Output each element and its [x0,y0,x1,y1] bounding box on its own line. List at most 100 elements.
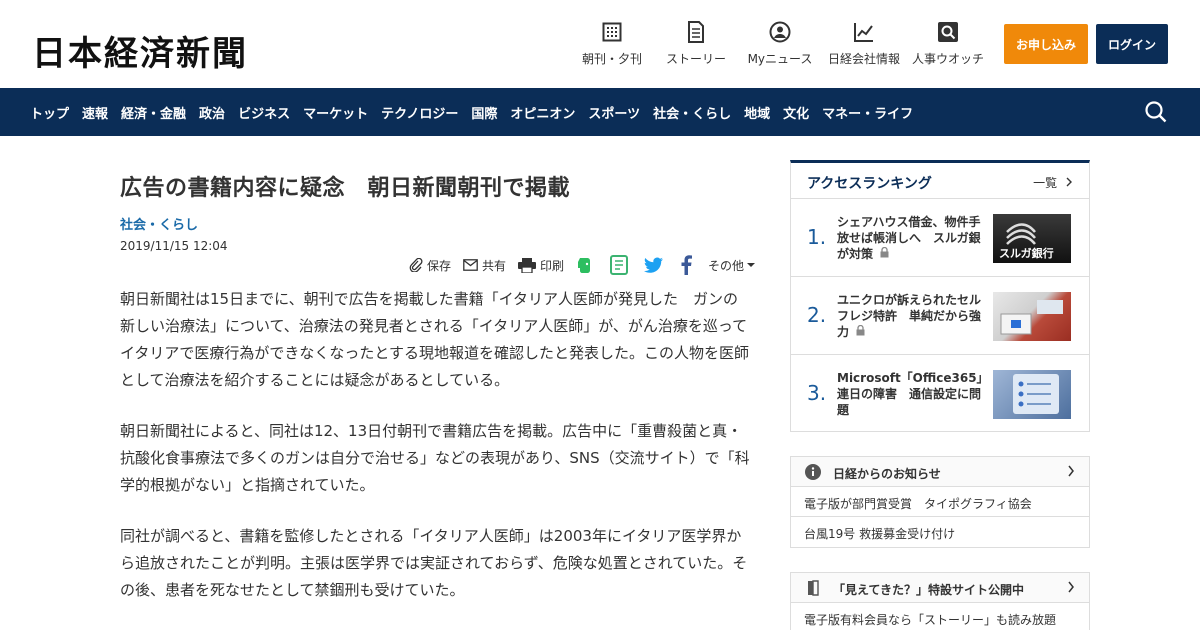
book-icon [808,580,819,596]
article-paragraph: 朝日新聞社によると、同社は12、13日付朝刊で書籍広告を掲載。広告中に「重曹殺菌… [120,422,750,494]
article-title: 広告の書籍内容に疑念 朝日新聞朝刊で掲載 [120,176,571,201]
other-share-dropdown[interactable]: その他 [708,257,756,274]
special-site-notice: 「見えてきた？」特設サイト公開中 電子版有料会員なら「ストーリー」も読み放題 [790,572,1090,630]
nav-label: Myニュース [747,52,813,66]
notice-item[interactable]: 電子版が部門賞受賞 タイポグラフィ協会 [791,487,1089,517]
ranking-thumbnail [993,370,1071,419]
paperclip-icon [409,258,423,272]
category-region[interactable]: 地域 [744,103,770,122]
category-market[interactable]: マーケット [303,103,368,122]
twitter-icon [643,257,663,273]
evernote-button[interactable] [576,256,598,274]
notice-title: 「見えてきた？」特設サイト公開中 [833,583,1025,597]
chevron-right-icon [1068,465,1074,477]
save-button[interactable]: 保存 [409,257,451,274]
newspaper-icon [600,20,624,44]
ranking-headline: ユニクロが訴えられたセルフレジ特許 単純だから強力 [837,292,985,340]
article-paragraph: 朝日新聞社は15日までに、朝刊で広告を掲載した書籍「イタリア人医師が発見した ガ… [120,290,749,389]
ranking-more-link[interactable]: 一覧 [1033,174,1073,191]
print-button[interactable]: 印刷 [517,257,564,274]
article-date: 2019/11/15 12:04 [120,239,228,253]
access-ranking: アクセスランキング 一覧 1. シェアハウス借金、物件手放せば帳消しへ スルガ銀… [790,160,1090,432]
facebook-button[interactable] [680,255,696,275]
nav-label: ストーリー [665,52,726,66]
notice-header[interactable]: 「見えてきた？」特設サイト公開中 [791,573,1089,603]
nav-story[interactable]: ストーリー [651,20,741,67]
caret-down-icon [747,263,755,267]
chevron-right-icon [1066,177,1072,187]
subscribe-button[interactable]: お申し込み [1004,24,1088,64]
search-icon[interactable] [1144,100,1168,128]
login-button[interactable]: ログイン [1096,24,1168,64]
mail-icon [463,259,478,271]
category-opinion[interactable]: オピニオン [510,103,575,122]
nav-personnel-watch[interactable]: 人事ウオッチ [903,20,993,67]
lock-icon [880,246,889,258]
ranking-header: アクセスランキング 一覧 [791,163,1089,199]
ranking-number: 2. [807,303,827,327]
ranking-item[interactable]: 3. Microsoft「Office365」連日の障害 通信設定に問題 [791,355,1089,433]
other-label: その他 [707,258,744,273]
search-person-icon [936,20,960,44]
ranking-thumbnail [993,292,1071,341]
info-icon [805,464,821,480]
notice-item[interactable]: 台風19号 救援募金受け付け [791,517,1089,547]
nav-label: 日経会社情報 [827,52,900,66]
category-politics[interactable]: 政治 [199,103,225,122]
nav-my-news[interactable]: Myニュース [735,20,825,67]
share-label: 共有 [481,258,506,273]
lock-icon [856,324,865,336]
nav-morning-evening[interactable]: 朝刊・夕刊 [567,20,657,67]
chart-icon [852,20,876,44]
nav-label: 朝刊・夕刊 [581,52,642,66]
twitter-button[interactable] [643,257,668,274]
category-international[interactable]: 国際 [471,103,497,122]
ranking-title: アクセスランキング [807,176,932,192]
ranking-thumbnail: スルガ銀行 [993,214,1071,263]
facebook-icon [681,255,692,275]
thumbnail-caption: スルガ銀行 [999,247,1054,260]
user-icon [768,20,792,44]
article-body: 朝日新聞社は15日までに、朝刊で広告を掲載した書籍「イタリア人医師が発見した ガ… [120,286,750,628]
ranking-item[interactable]: 2. ユニクロが訴えられたセルフレジ特許 単純だから強力 [791,277,1089,355]
category-technology[interactable]: テクノロジー [381,103,458,122]
document-icon [684,20,708,44]
category-business[interactable]: ビジネス [238,103,290,122]
site-header: 日本経済新聞 朝刊・夕刊 ストーリー Myニュース 日経会社情報 人事ウオッチ … [0,0,1200,88]
site-logo[interactable]: 日本経済新聞 [32,26,248,75]
ranking-headline-text: シェアハウス借金、物件手放せば帳消しへ スルガ銀が対策 [837,215,981,261]
category-society[interactable]: 社会・くらし [653,103,731,122]
bookmark-icon [609,255,628,275]
bookmark-button[interactable] [609,255,632,275]
category-nav: トップ 速報 経済・金融 政治 ビジネス マーケット テクノロジー 国際 オピニ… [0,88,1200,136]
nav-label: 人事ウオッチ [911,52,984,66]
ranking-headline: シェアハウス借金、物件手放せば帳消しへ スルガ銀が対策 [837,214,985,262]
chevron-right-icon [1068,581,1074,593]
article: 広告の書籍内容に疑念 朝日新聞朝刊で掲載 社会・くらし 2019/11/15 1… [120,160,760,599]
ranking-headline: Microsoft「Office365」連日の障害 通信設定に問題 [837,370,985,418]
category-top[interactable]: トップ [30,103,69,122]
ranking-more-label: 一覧 [1033,176,1058,190]
notice-header[interactable]: 日経からのお知らせ [791,457,1089,487]
notice-item[interactable]: 電子版有料会員なら「ストーリー」も読み放題 [791,603,1089,630]
article-paragraph: 同社が調べると、書籍を監修したとされる「イタリア人医師」は2003年にイタリア医… [120,527,748,599]
category-culture[interactable]: 文化 [783,103,809,122]
ranking-item[interactable]: 1. シェアハウス借金、物件手放せば帳消しへ スルガ銀が対策 スルガ銀行 [791,199,1089,277]
print-label: 印刷 [539,258,564,273]
notice-title: 日経からのお知らせ [833,467,941,481]
article-category[interactable]: 社会・くらし [120,214,760,233]
nav-company-info[interactable]: 日経会社情報 [819,20,909,67]
nikkei-notices: 日経からのお知らせ 電子版が部門賞受賞 タイポグラフィ協会 台風19号 救援募金… [790,456,1090,548]
evernote-icon [577,258,590,273]
category-economy[interactable]: 経済・金融 [121,103,186,122]
category-breaking[interactable]: 速報 [82,103,108,122]
ranking-number: 3. [807,381,827,405]
category-sports[interactable]: スポーツ [588,103,640,122]
category-money-life[interactable]: マネー・ライフ [822,103,913,122]
share-toolbar: 保存 共有 印刷 その他 [397,254,756,276]
save-label: 保存 [426,258,451,273]
ranking-number: 1. [807,225,827,249]
share-button[interactable]: 共有 [463,257,506,274]
printer-icon [517,257,536,273]
ranking-headline-text: Microsoft「Office365」連日の障害 通信設定に問題 [837,371,983,417]
